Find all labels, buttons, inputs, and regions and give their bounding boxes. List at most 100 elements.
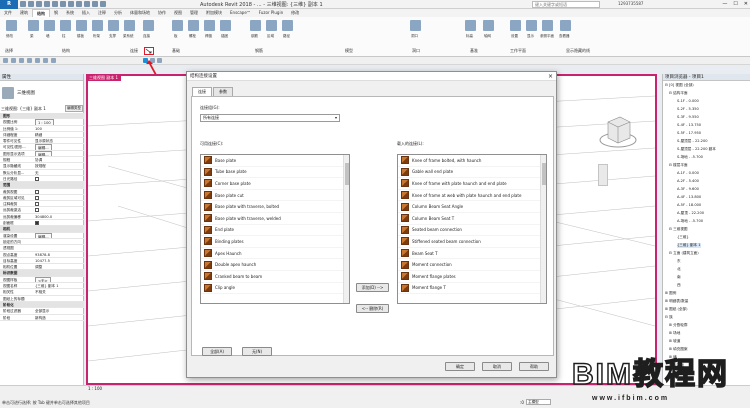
help-button[interactable]: 帮助 [519,362,549,371]
active-view-tab[interactable]: 三维视图 副本 1 [86,74,122,81]
property-value[interactable]: 93878.8 [33,252,84,257]
connection-item[interactable]: Base plate [201,155,349,167]
connection-item[interactable]: Corner base plate [201,178,349,190]
connection-item[interactable]: Knee of frame with plate haunch and end … [398,178,546,190]
browser-node[interactable]: ⊞ 分割轮廓 [669,323,688,328]
tab-manage[interactable]: 管理 [186,9,202,17]
tab-massing[interactable]: 体量和场地 [126,9,154,17]
maximize-button[interactable]: ☐ [733,0,737,9]
connection-item[interactable]: Gable wall end plate [398,167,546,179]
connection-item[interactable]: Moment flange plates [398,271,546,283]
property-value[interactable] [33,189,84,194]
browser-node[interactable]: A-4F - 13.800 [677,195,701,199]
beam-icon[interactable] [28,20,39,31]
property-value[interactable] [33,296,84,301]
floor-icon[interactable] [76,20,87,31]
property-value[interactable]: 编辑... [33,150,84,157]
property-value[interactable]: 1 : 100 [33,119,84,125]
property-checkbox[interactable] [35,202,39,207]
browser-node[interactable]: ⊟ 三维视图 [669,227,688,232]
browser-node[interactable]: 西 [677,283,681,288]
column-icon[interactable] [60,20,71,31]
browser-node[interactable]: S-4F - 13.750 [677,123,701,127]
tab-analyze[interactable]: 分析 [110,9,126,17]
property-checkbox[interactable] [35,221,39,226]
connection-item[interactable]: Column Beam Seat T [398,213,546,225]
navigation-bar[interactable] [598,164,608,186]
browser-node[interactable]: S-3F - 9.550 [677,115,699,119]
tab-annotate[interactable]: 注释 [94,9,110,17]
browser-node[interactable]: ⊟ 结构平面 [669,91,688,96]
section-icon[interactable] [92,1,98,7]
connection-item[interactable]: Beam Seat T [398,248,546,260]
browser-node[interactable]: A-3F - 9.600 [677,187,699,191]
properties-filter[interactable]: 三维视图: {三维} 副本 1 编辑类型 [1,105,83,112]
browser-node[interactable]: S-屋顶层 - 22.200 副本 [677,147,716,152]
property-value[interactable] [33,245,84,250]
property-value[interactable] [33,195,84,200]
browser-node[interactable]: A-场地 - -5.700 [677,219,703,224]
cancel-button[interactable]: 取消 [482,362,512,371]
property-value[interactable] [33,176,84,181]
connection-item[interactable]: Moment flange T [398,283,546,295]
property-value[interactable]: 新构造 [33,315,84,320]
property-checkbox[interactable] [35,176,39,181]
browser-node[interactable]: A-1F - 0.000 [677,171,699,175]
browser-node[interactable]: ⊞ 明细表/数量 [665,299,688,304]
property-value[interactable]: 全部显示 [33,308,84,313]
browser-node[interactable]: {三维} 副本 1 [677,243,701,248]
property-value[interactable]: 显示原状态 [33,138,84,143]
tab-file[interactable]: 文件 [0,9,16,17]
browser-node[interactable]: {三维} [677,235,689,240]
dialog-close-icon[interactable]: × [548,72,553,81]
connection-item[interactable]: Seated beam connection [398,225,546,237]
connection-item[interactable]: Clip angle [201,283,349,295]
filter-icon[interactable] [51,58,56,63]
property-value[interactable] [33,239,84,244]
tab-connections[interactable]: 连接 [192,87,212,96]
view-cube-icon[interactable] [598,110,638,160]
thin-lines-icon[interactable] [100,1,106,7]
property-value[interactable]: 调整 [33,264,84,269]
browser-node[interactable]: ⊟ [0] 视图 (全部) [665,83,694,88]
beam-system-icon[interactable] [124,20,135,31]
loaded-connections-list[interactable]: Knee of frame bolted, with haunch Gable w… [397,154,547,304]
scrollbar[interactable] [343,155,349,303]
browser-node[interactable]: S-5F - 17.950 [677,131,701,135]
anchor-icon[interactable] [220,20,231,31]
view-scale[interactable]: 1 : 100 [88,386,102,391]
tab-modify[interactable]: 修改 [287,9,303,17]
property-value[interactable]: 编辑... [33,144,84,150]
connection-item[interactable]: Column Beam Seat Angle [398,201,546,213]
connection-item[interactable]: Apex Haunch [201,248,349,260]
tab-addins[interactable]: 附加模块 [202,9,226,17]
modify-icon[interactable] [6,20,17,31]
wall-icon[interactable] [44,20,55,31]
browser-node[interactable]: 南 [677,275,681,280]
tab-enscape[interactable]: Enscape™ [226,9,255,17]
browser-node[interactable]: ⊞ 图纸 (全部) [665,307,687,312]
connection-item[interactable]: Stiffened seated beam connection [398,236,546,248]
connection-item[interactable]: Double apex haunch [201,259,349,271]
tab-systems[interactable]: 系统 [62,9,78,17]
browser-node[interactable]: ⊟ 楼层平面 [669,163,688,168]
property-value[interactable] [33,207,84,213]
viewer-icon[interactable] [560,20,571,31]
connection-item[interactable]: Knee of frame bolted, with haunch [398,155,546,167]
scrollbar[interactable] [540,155,546,303]
sync-icon[interactable] [36,1,42,7]
undo-icon[interactable] [44,1,50,7]
browser-node[interactable]: A-屋顶 - 22.200 [677,211,704,216]
tab-view[interactable]: 视图 [170,9,186,17]
tab-steel[interactable]: 钢 [50,9,62,17]
connection-settings-launcher[interactable] [144,47,154,55]
area-icon[interactable] [266,20,277,31]
save-icon[interactable] [28,1,34,7]
browser-node[interactable]: ⊞ 图例 [665,291,676,296]
tab-parameters[interactable]: 参数 [213,87,233,96]
browser-node[interactable]: ⊟ 立面 (建筑立面) [669,251,699,256]
bolt-icon[interactable] [188,20,199,31]
set-icon[interactable] [510,20,521,31]
browser-node[interactable]: ⊟ 族 [665,315,673,320]
close-button[interactable]: ✕ [744,0,748,9]
